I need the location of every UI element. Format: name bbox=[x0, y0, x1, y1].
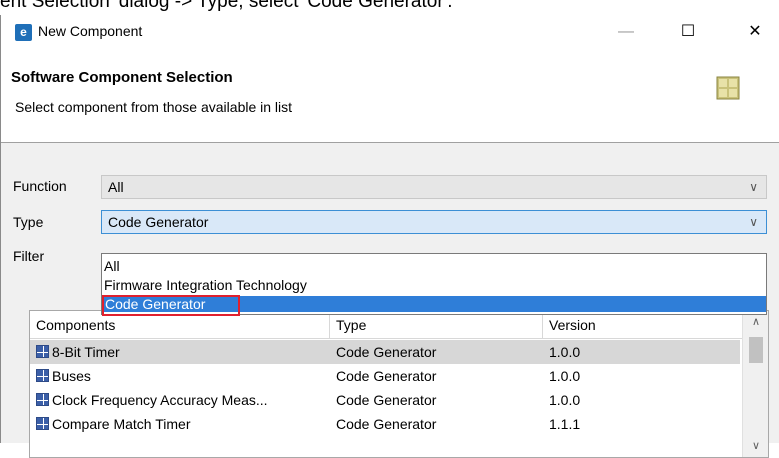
wizard-grid-icon bbox=[716, 76, 740, 100]
component-version-cell: 1.1.1 bbox=[549, 416, 581, 432]
component-version-cell: 1.0.0 bbox=[549, 368, 581, 384]
wizard-header: Software Component Selection Select comp… bbox=[1, 49, 779, 143]
chevron-down-icon[interactable]: ∨ bbox=[749, 211, 758, 233]
close-button[interactable]: ✕ bbox=[732, 15, 778, 49]
type-combo-value: Code Generator bbox=[108, 214, 209, 230]
vertical-scrollbar[interactable]: ∧ ∨ bbox=[742, 311, 768, 457]
table-row[interactable]: Buses Code Generator 1.0.0 bbox=[30, 364, 740, 388]
table-row[interactable]: Clock Frequency Accuracy Meas... Code Ge… bbox=[30, 388, 740, 412]
scroll-down-icon[interactable]: ∨ bbox=[743, 439, 768, 452]
window-title: New Component bbox=[38, 23, 143, 39]
column-header-type[interactable]: Type bbox=[330, 311, 543, 339]
table-row[interactable]: Compare Match Timer Code Generator 1.1.1 bbox=[30, 412, 740, 436]
chevron-down-icon[interactable]: ∨ bbox=[749, 176, 758, 198]
component-type-cell: Code Generator bbox=[336, 344, 437, 360]
type-label: Type bbox=[13, 214, 44, 230]
minimize-button[interactable]: — bbox=[603, 15, 649, 49]
dropdown-option-fit[interactable]: Firmware Integration Technology bbox=[104, 277, 307, 293]
title-bar[interactable]: e New Component — ☐ ✕ bbox=[1, 15, 779, 49]
table-row[interactable]: 8-Bit Timer Code Generator 1.0.0 bbox=[30, 340, 740, 364]
component-name-cell: Buses bbox=[36, 364, 326, 388]
maximize-button[interactable]: ☐ bbox=[665, 15, 711, 49]
component-name-cell: Compare Match Timer bbox=[36, 412, 326, 436]
component-grid-icon bbox=[36, 393, 49, 406]
component-type-cell: Code Generator bbox=[336, 392, 437, 408]
app-icon: e bbox=[15, 24, 32, 41]
column-header-version[interactable]: Version bbox=[543, 311, 743, 339]
type-combo[interactable]: Code Generator ∨ bbox=[101, 210, 767, 234]
component-grid-icon bbox=[36, 369, 49, 382]
components-table[interactable]: Components Type Version 8-Bit Timer Code… bbox=[29, 310, 769, 458]
component-version-cell: 1.0.0 bbox=[549, 392, 581, 408]
filter-label: Filter bbox=[13, 248, 45, 264]
scroll-up-icon[interactable]: ∧ bbox=[743, 315, 768, 328]
red-highlight-box bbox=[102, 295, 240, 316]
function-label: Function bbox=[13, 178, 67, 194]
header-title: Software Component Selection bbox=[11, 69, 233, 86]
component-name-cell: 8-Bit Timer bbox=[36, 340, 326, 364]
new-component-dialog: e New Component — ☐ ✕ Software Component… bbox=[0, 15, 779, 458]
function-combo-value: All bbox=[108, 179, 124, 195]
component-grid-icon bbox=[36, 417, 49, 430]
function-combo[interactable]: All ∨ bbox=[101, 175, 767, 199]
component-name-cell: Clock Frequency Accuracy Meas... bbox=[36, 388, 326, 412]
component-type-cell: Code Generator bbox=[336, 368, 437, 384]
dropdown-option-all[interactable]: All bbox=[104, 258, 120, 274]
header-subtitle: Select component from those available in… bbox=[15, 99, 293, 115]
scroll-thumb[interactable] bbox=[749, 337, 763, 363]
component-version-cell: 1.0.0 bbox=[549, 344, 581, 360]
component-grid-icon bbox=[36, 345, 49, 358]
component-type-cell: Code Generator bbox=[336, 416, 437, 432]
type-dropdown-list[interactable]: All Firmware Integration Technology Code… bbox=[101, 253, 767, 316]
